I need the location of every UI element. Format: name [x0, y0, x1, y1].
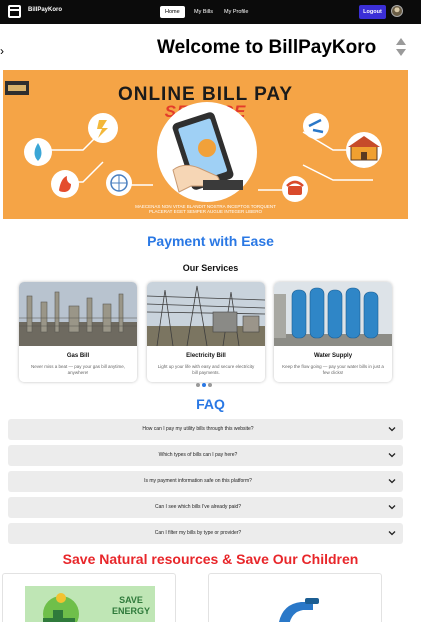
- chevron-down-icon: [388, 453, 396, 458]
- carousel-indicators[interactable]: [196, 374, 216, 387]
- card-icon: [8, 5, 21, 18]
- card-description: Never miss a beat — pay your gas bill an…: [30, 364, 126, 375]
- scroll-arrows-icon[interactable]: [396, 38, 406, 58]
- chevron-down-icon: [388, 427, 396, 432]
- nav-link-my-bills[interactable]: My Bills: [189, 6, 218, 18]
- card-title: Water Supply: [313, 353, 353, 359]
- electric-substation-image: [147, 282, 265, 346]
- svg-text:SAVE: SAVE: [119, 595, 143, 605]
- brand-name[interactable]: BillPayKoro: [28, 7, 62, 13]
- card-title: Gas Bill: [66, 353, 90, 359]
- chevron-down-icon: [388, 479, 396, 484]
- faq-item[interactable]: How can I pay my utility bills through t…: [8, 419, 403, 440]
- card-description: Keep the flow going — pay your water bil…: [282, 364, 384, 375]
- service-card-gas[interactable]: Gas Bill Never miss a beat — pay your ga…: [19, 282, 137, 382]
- water-tanks-image: [274, 282, 392, 346]
- payment-heading: Payment with Ease: [147, 233, 274, 249]
- service-card-water[interactable]: Water Supply Keep the flow going — pay y…: [274, 282, 392, 382]
- chevron-down-icon: [388, 531, 396, 536]
- nav-link-my-profile[interactable]: My Profile: [219, 6, 253, 18]
- faq-question: Can I see which bills I've already paid?: [154, 504, 241, 510]
- banner-illustration: [24, 102, 382, 202]
- nav-link-home[interactable]: Home: [160, 6, 185, 18]
- save-resources-heading: Save Natural resources & Save Our Childr…: [62, 551, 359, 567]
- faq-heading: FAQ: [196, 396, 225, 412]
- navbar: BillPayKoro Home My Bills My Profile Log…: [0, 0, 421, 24]
- avatar[interactable]: [391, 5, 403, 17]
- water-tap-illustration: [279, 598, 319, 622]
- gas-refinery-image: [19, 282, 137, 346]
- save-water-card: [208, 573, 382, 622]
- faq-item[interactable]: Can I see which bills I've already paid?: [8, 497, 403, 518]
- svg-text:ENERGY: ENERGY: [112, 606, 150, 616]
- save-energy-poster: SAVE ENERGY: [25, 586, 155, 622]
- save-energy-card: SAVE ENERGY: [2, 573, 176, 622]
- faq-item[interactable]: Can I filter my bills by type or provide…: [8, 523, 403, 544]
- faq-question: Is my payment information safe on this p…: [144, 478, 252, 484]
- banner-footer: MAECENAS NON VITAE BLANDIT NOSTRA INCEPT…: [135, 204, 276, 214]
- faq-question: How can I pay my utility bills through t…: [142, 426, 254, 432]
- faq-item[interactable]: Which types of bills can I pay here?: [8, 445, 403, 466]
- chevron-down-icon: [388, 505, 396, 510]
- faq-question: Can I filter my bills by type or provide…: [154, 530, 242, 536]
- hero-banner: ONLINE BILL PAY SERVICE: [3, 70, 408, 219]
- service-card-electricity[interactable]: Electricity Bill Light up your life with…: [147, 282, 265, 382]
- faq-question: Which types of bills can I pay here?: [158, 452, 238, 458]
- faq-item[interactable]: Is my payment information safe on this p…: [8, 471, 403, 492]
- card-title: Electricity Bill: [186, 353, 226, 359]
- scroll-left-arrow[interactable]: ›: [0, 44, 4, 58]
- welcome-title: Welcome to BillPayKoro: [157, 37, 377, 58]
- services-heading: Our Services: [182, 263, 239, 273]
- logout-button[interactable]: Logout: [359, 5, 386, 19]
